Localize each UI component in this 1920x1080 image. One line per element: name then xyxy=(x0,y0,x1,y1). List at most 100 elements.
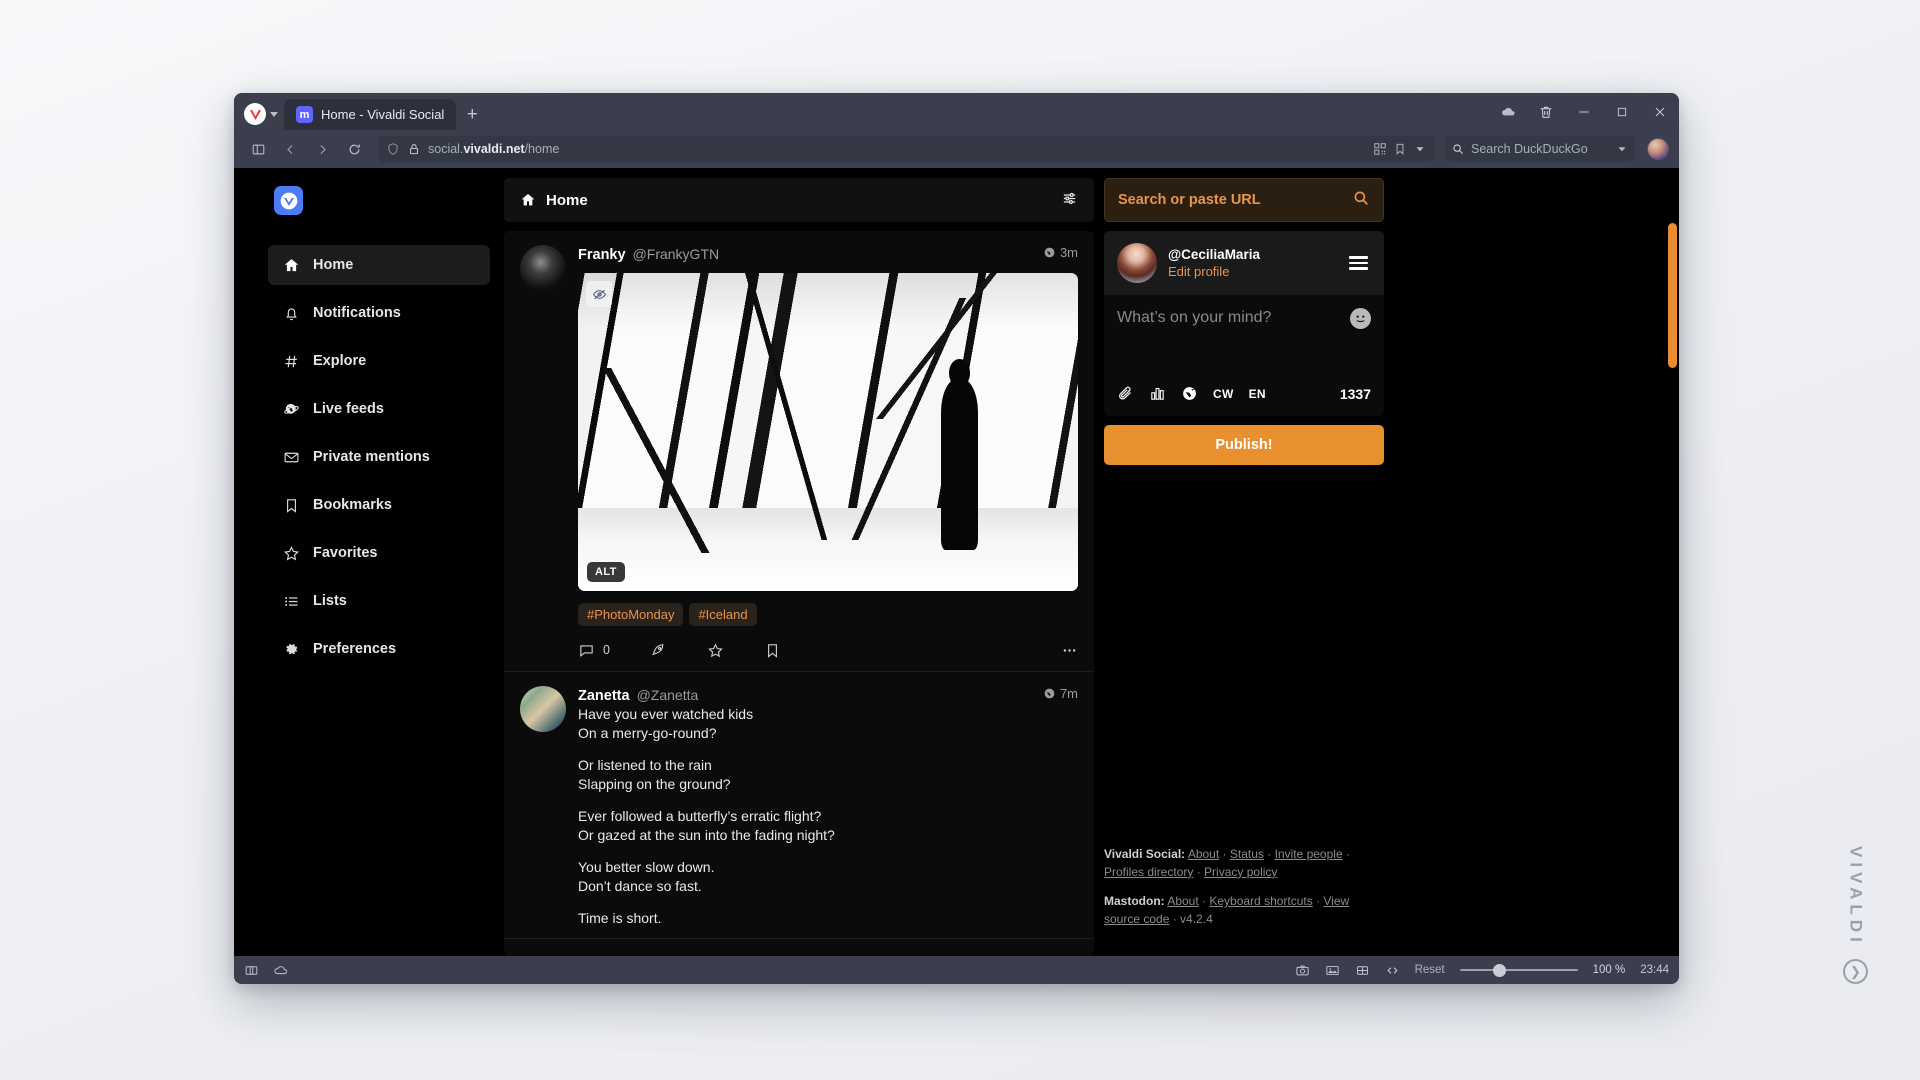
character-counter: 1337 xyxy=(1339,385,1371,402)
search-input[interactable]: Search or paste URL xyxy=(1104,178,1384,222)
hashtag[interactable]: #Iceland xyxy=(689,603,757,626)
sidebar-item-label: Lists xyxy=(313,593,347,609)
sidebar-item-home[interactable]: Home xyxy=(268,245,490,285)
sidebar-item-explore[interactable]: Explore xyxy=(268,341,490,381)
avatar[interactable] xyxy=(1117,243,1157,283)
capture-screenshot-icon[interactable] xyxy=(1295,963,1310,978)
forward-button[interactable] xyxy=(308,136,336,162)
page-tiling-icon[interactable] xyxy=(1355,963,1370,978)
new-tab-button[interactable]: + xyxy=(456,99,488,130)
sidebar-item-notifications[interactable]: Notifications xyxy=(268,293,490,333)
footer-version: v4.2.4 xyxy=(1180,911,1213,926)
cloud-icon[interactable] xyxy=(273,963,288,978)
chevron-down-icon[interactable] xyxy=(1615,142,1629,156)
browser-window: m Home - Vivaldi Social + social.vivaldi… xyxy=(234,93,1679,984)
chevron-down-icon xyxy=(270,111,278,117)
close-button[interactable] xyxy=(1641,93,1679,130)
footer-link-about[interactable]: About xyxy=(1188,847,1219,861)
page-title: Home xyxy=(546,191,588,209)
display-name[interactable]: Franky xyxy=(578,247,626,263)
avatar[interactable] xyxy=(1647,138,1669,160)
star-icon xyxy=(282,545,301,562)
footer-link-profiles-directory[interactable]: Profiles directory xyxy=(1104,865,1193,879)
avatar[interactable] xyxy=(520,686,566,732)
search-field[interactable]: Search DuckDuckGo xyxy=(1445,136,1635,162)
footer-label: Mastodon: xyxy=(1104,894,1165,909)
status-post[interactable]: Zanetta @Zanetta 7m Have you ever watche… xyxy=(504,672,1094,940)
avatar[interactable] xyxy=(520,245,566,291)
bookmark-icon[interactable] xyxy=(1393,142,1407,156)
more-options-button[interactable] xyxy=(1061,642,1078,659)
footer-link-privacy-policy[interactable]: Privacy policy xyxy=(1204,865,1277,879)
vivaldi-social-logo[interactable] xyxy=(274,186,303,215)
footer-link-about[interactable]: About xyxy=(1167,894,1198,908)
url-field[interactable]: social.vivaldi.net/home xyxy=(378,136,1435,162)
reply-button[interactable]: 0 xyxy=(578,642,610,659)
status-bar: Reset 100 % 23:44 xyxy=(234,956,1679,984)
zoom-slider-thumb[interactable] xyxy=(1492,963,1506,977)
trash-icon[interactable] xyxy=(1527,93,1565,130)
search-placeholder: Search or paste URL xyxy=(1118,192,1261,208)
sidebar-item-bookmarks[interactable]: Bookmarks xyxy=(268,485,490,525)
visibility-globe-icon[interactable] xyxy=(1181,385,1198,402)
hash-icon xyxy=(282,353,301,370)
sidebar-item-lists[interactable]: Lists xyxy=(268,581,490,621)
search-icon[interactable] xyxy=(1352,189,1370,211)
vivaldi-menu-button[interactable] xyxy=(240,99,284,129)
footer-link-status[interactable]: Status xyxy=(1230,847,1264,861)
status-post[interactable]: Franky @FrankyGTN 3m ALT #PhotoMonday #I… xyxy=(504,231,1094,672)
qr-code-icon[interactable] xyxy=(1373,142,1387,156)
sidebar-item-live-feeds[interactable]: Live feeds xyxy=(268,389,490,429)
alt-badge[interactable]: ALT xyxy=(587,562,625,582)
image-toggle-icon[interactable] xyxy=(1325,963,1340,978)
poll-icon[interactable] xyxy=(1149,385,1166,402)
hashtag[interactable]: #PhotoMonday xyxy=(578,603,684,626)
sidebar-item-preferences[interactable]: Preferences xyxy=(268,629,490,669)
page-scrollbar[interactable] xyxy=(1668,223,1677,368)
account-handle[interactable]: @Zanetta xyxy=(637,687,699,703)
poem-line: Have you ever watched kids xyxy=(578,706,754,722)
minimize-button[interactable] xyxy=(1565,93,1603,130)
zoom-slider[interactable] xyxy=(1459,963,1578,977)
status-media[interactable]: ALT xyxy=(578,273,1078,591)
sidebar-item-favorites[interactable]: Favorites xyxy=(268,533,490,573)
mastodon-icon: m xyxy=(296,106,313,123)
compose-textarea[interactable]: What’s on your mind? xyxy=(1104,295,1384,379)
display-name[interactable]: Zanetta xyxy=(578,688,630,704)
language-selector[interactable]: EN xyxy=(1249,387,1266,401)
poem-gap xyxy=(578,743,1078,756)
browser-tab[interactable]: m Home - Vivaldi Social xyxy=(284,99,457,130)
tiling-toggle-icon[interactable] xyxy=(244,963,259,978)
hide-media-icon[interactable] xyxy=(586,281,612,307)
favorite-button[interactable] xyxy=(707,642,724,659)
maximize-button[interactable] xyxy=(1603,93,1641,130)
home-timeline-column: Home Franky @FrankyGTN 3m ALT #PhotoMond… xyxy=(504,168,1094,956)
account-handle[interactable]: @CeciliaMaria xyxy=(1168,247,1335,262)
attach-file-icon[interactable] xyxy=(1117,385,1134,402)
back-button[interactable] xyxy=(276,136,304,162)
zoom-reset-button[interactable]: Reset xyxy=(1415,964,1445,976)
account-handle[interactable]: @FrankyGTN xyxy=(633,246,720,262)
edit-profile-link[interactable]: Edit profile xyxy=(1168,264,1335,279)
panel-toggle-icon[interactable] xyxy=(244,136,272,162)
footer-link-keyboard-shortcuts[interactable]: Keyboard shortcuts xyxy=(1209,894,1312,908)
home-icon xyxy=(282,257,301,274)
sidebar-item-label: Favorites xyxy=(313,545,378,561)
content-warning-toggle[interactable]: CW xyxy=(1213,387,1234,401)
bookmark-button[interactable] xyxy=(764,642,781,659)
footer-link-invite-people[interactable]: Invite people xyxy=(1275,847,1343,861)
boost-button[interactable] xyxy=(650,642,667,659)
sidebar-item-private-mentions[interactable]: Private mentions xyxy=(268,437,490,477)
developer-tools-icon[interactable] xyxy=(1385,963,1400,978)
emoji-picker-icon[interactable] xyxy=(1350,308,1371,329)
home-icon xyxy=(520,192,536,208)
gear-icon xyxy=(282,641,301,658)
search-icon xyxy=(1451,142,1465,156)
publish-button[interactable]: Publish! xyxy=(1104,425,1384,465)
column-settings-icon[interactable] xyxy=(1061,190,1078,211)
chevron-down-icon[interactable] xyxy=(1413,142,1427,156)
hamburger-menu-icon[interactable] xyxy=(1346,253,1371,273)
cloud-sync-icon[interactable] xyxy=(1489,93,1527,130)
reload-button[interactable] xyxy=(340,136,368,162)
reply-count: 0 xyxy=(603,643,610,657)
